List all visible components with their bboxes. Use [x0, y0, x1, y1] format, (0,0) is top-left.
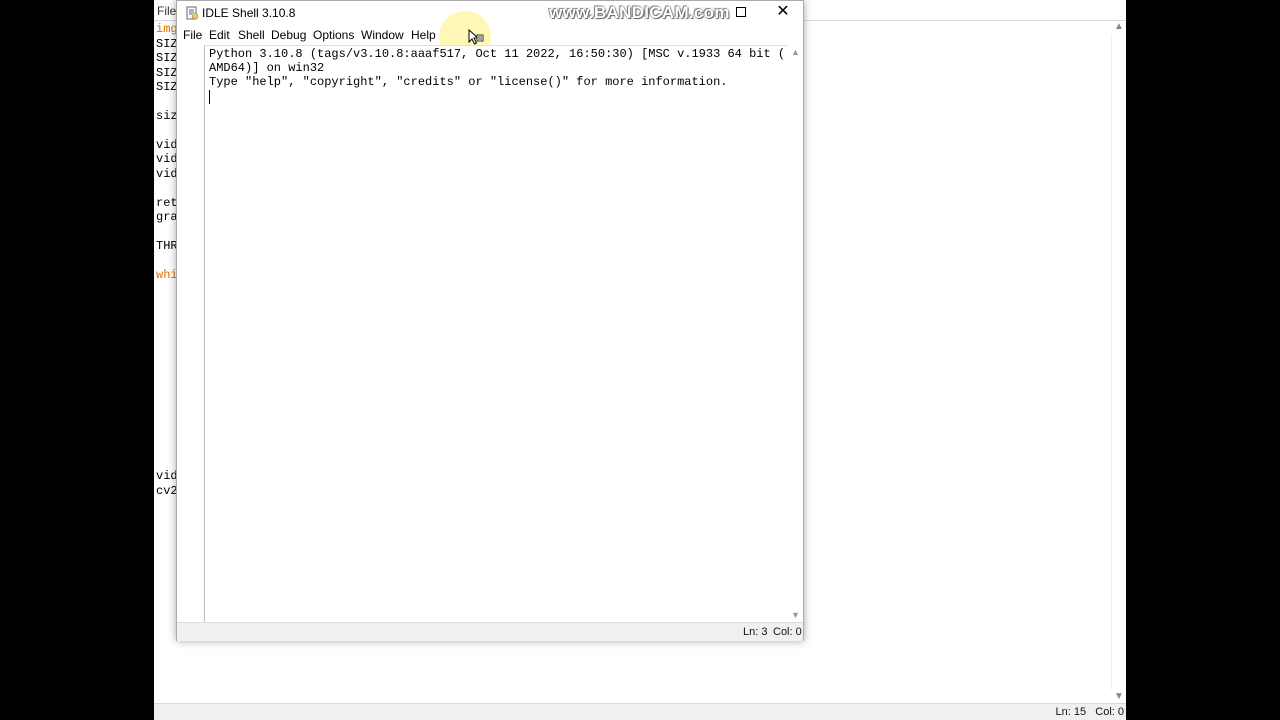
background-scroll-down-icon[interactable]: ▼	[1112, 690, 1126, 704]
close-button[interactable]: ✕	[770, 1, 796, 25]
window-title: IDLE Shell 3.10.8	[202, 6, 296, 20]
status-column-number: Col: 0	[773, 626, 802, 638]
menu-help[interactable]: Help	[409, 28, 438, 42]
background-scroll-up-icon[interactable]: ▲	[1112, 20, 1126, 34]
maximize-icon	[736, 7, 746, 17]
background-code-line: SIZ	[156, 51, 178, 65]
shell-text-area[interactable]: Python 3.10.8 (tags/v3.10.8:aaaf517, Oct…	[204, 45, 789, 623]
idle-python-icon	[186, 6, 199, 20]
maximize-button[interactable]	[730, 1, 750, 25]
background-code-line: ret	[156, 196, 178, 210]
vertical-scrollbar[interactable]: ▲ ▼	[788, 45, 803, 622]
menu-window[interactable]: Window	[359, 28, 406, 42]
text-caret	[209, 90, 210, 104]
background-code-line: cv2	[156, 484, 178, 498]
background-code-line: vid	[156, 152, 178, 166]
background-code-line: vid	[156, 469, 178, 483]
background-code-line: whi	[156, 268, 178, 282]
idle-shell-window: IDLE Shell 3.10.8 www.BANDICAM.com ✕ Fil…	[176, 0, 804, 641]
background-code-line: vid	[156, 167, 178, 181]
scroll-up-icon[interactable]: ▲	[788, 45, 803, 59]
background-scrollbar[interactable]	[1111, 34, 1126, 690]
close-icon: ✕	[776, 3, 790, 20]
background-code-line: SIZ	[156, 80, 178, 94]
background-code-line: gra	[156, 210, 178, 224]
background-code-line: siz	[156, 109, 178, 123]
background-statusbar: Ln: 15 Col: 0	[154, 703, 1126, 720]
background-code-line: THR	[156, 239, 178, 253]
menubar: File Edit Shell Debug Options Window Hel…	[177, 11, 803, 63]
background-status-text: Ln: 15 Col: 0	[1055, 706, 1125, 718]
shell-line: Type "help", "copyright", "credits" or "…	[209, 75, 728, 89]
menu-file[interactable]: File	[181, 28, 204, 42]
status-line-number: Ln: 3	[743, 626, 768, 638]
background-code-line: img	[156, 22, 178, 36]
bandicam-watermark: www.BANDICAM.com	[549, 3, 730, 22]
menu-edit[interactable]: Edit	[207, 28, 232, 42]
background-code-line: SIZ	[156, 66, 178, 80]
menu-debug[interactable]: Debug	[269, 28, 308, 42]
background-menu-file[interactable]: File	[157, 4, 176, 18]
background-code-line: vid	[156, 138, 178, 152]
menu-options[interactable]: Options	[311, 28, 356, 42]
scroll-down-icon[interactable]: ▼	[788, 608, 803, 622]
background-code-line: SIZ	[156, 37, 178, 51]
status-bar: Ln: 3 Col: 0	[177, 622, 803, 641]
shell-line: Python 3.10.8 (tags/v3.10.8:aaaf517, Oct…	[209, 47, 786, 61]
title-bar[interactable]: IDLE Shell 3.10.8 www.BANDICAM.com ✕	[177, 1, 803, 25]
menu-shell[interactable]: Shell	[236, 28, 267, 42]
shell-line: AMD64)] on win32	[209, 61, 325, 75]
